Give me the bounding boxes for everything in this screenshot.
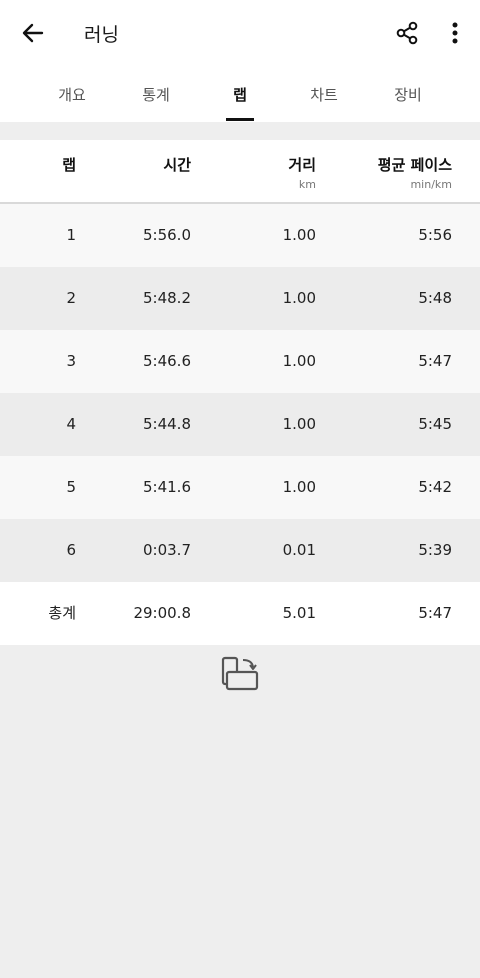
total-pace: 5:47 (418, 604, 452, 622)
header-distance: 거리 (288, 156, 316, 174)
table-row: 4 5:44.8 1.00 5:45 (0, 393, 480, 456)
table-row: 5 5:41.6 1.00 5:42 (0, 456, 480, 519)
table-row: 6 0:03.7 0.01 5:39 (0, 519, 480, 582)
lap-number: 1 (66, 226, 76, 244)
tab-gear[interactable]: 장비 (380, 66, 436, 122)
arrow-left-icon (22, 23, 44, 43)
lap-distance: 1.00 (282, 226, 316, 244)
lap-time: 5:56.0 (143, 226, 191, 244)
lap-number: 3 (66, 352, 76, 370)
lap-distance: 1.00 (282, 478, 316, 496)
table-row-total: 총계 29:00.8 5.01 5:47 (0, 582, 480, 645)
tab-laps[interactable]: 랩 (212, 66, 268, 122)
lap-distance: 1.00 (282, 289, 316, 307)
app-bar: 러닝 (0, 0, 480, 66)
rotate-screen-button[interactable] (218, 654, 262, 694)
lap-number: 4 (66, 415, 76, 433)
active-tab-indicator (226, 118, 254, 121)
lap-time: 5:41.6 (143, 478, 191, 496)
total-label: 총계 (48, 604, 76, 622)
lap-number: 6 (66, 541, 76, 559)
total-distance: 5.01 (282, 604, 316, 622)
table-row: 2 5:48.2 1.00 5:48 (0, 267, 480, 330)
lap-pace: 5:48 (418, 289, 452, 307)
share-icon (396, 21, 418, 45)
table-header: 랩 시간 거리 km 평균 페이스 min/km (0, 140, 480, 204)
lap-distance: 1.00 (282, 352, 316, 370)
laps-table: 랩 시간 거리 km 평균 페이스 min/km 1 5:56.0 1.00 5… (0, 140, 480, 645)
more-options-button[interactable] (438, 14, 472, 52)
header-pace-unit: min/km (410, 178, 452, 191)
tab-bar: 개요 통계 랩 차트 장비 (0, 66, 480, 122)
lap-pace: 5:45 (418, 415, 452, 433)
screen-rotate-icon (221, 656, 259, 691)
lap-pace: 5:47 (418, 352, 452, 370)
header-lap: 랩 (62, 156, 76, 174)
lap-pace: 5:42 (418, 478, 452, 496)
lap-distance: 1.00 (282, 415, 316, 433)
table-row: 3 5:46.6 1.00 5:47 (0, 330, 480, 393)
total-time: 29:00.8 (133, 604, 191, 622)
more-vertical-icon (452, 22, 458, 44)
lap-number: 5 (66, 478, 76, 496)
table-row: 1 5:56.0 1.00 5:56 (0, 204, 480, 267)
lap-time: 5:46.6 (143, 352, 191, 370)
page-title: 러닝 (84, 24, 119, 46)
lap-time: 0:03.7 (143, 541, 191, 559)
header-distance-unit: km (298, 178, 316, 191)
lap-pace: 5:56 (418, 226, 452, 244)
lap-pace: 5:39 (418, 541, 452, 559)
lap-distance: 0.01 (282, 541, 316, 559)
tab-chart[interactable]: 차트 (296, 66, 352, 122)
lap-time: 5:48.2 (143, 289, 191, 307)
tab-overview[interactable]: 개요 (44, 66, 100, 122)
share-button[interactable] (388, 14, 426, 52)
lap-number: 2 (66, 289, 76, 307)
back-button[interactable] (14, 14, 52, 52)
lap-time: 5:44.8 (143, 415, 191, 433)
header-time: 시간 (163, 156, 191, 174)
tab-stats[interactable]: 통계 (128, 66, 184, 122)
header-pace: 평균 페이스 (377, 156, 452, 174)
